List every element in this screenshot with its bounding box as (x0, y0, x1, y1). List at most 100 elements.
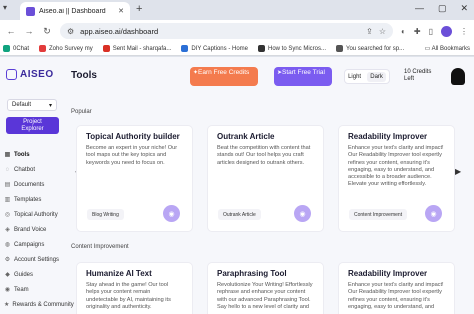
credits-count: 10 Credits Left (404, 69, 432, 82)
bookmark-label: Zoho Survey my (49, 45, 93, 52)
team-icon: ◉ (4, 287, 11, 293)
sidebar-item[interactable]: ★ Rewards & Community (4, 297, 74, 312)
sidebar-item[interactable]: ◍ Campaigns (4, 237, 66, 252)
address-bar[interactable]: ⚙ app.aiseo.ai/dashboard ⇪ ☆ (60, 23, 394, 39)
folder-icon: ▭ (424, 46, 431, 52)
reward-icon: ★ (4, 302, 10, 308)
authority-icon: ◎ (4, 212, 11, 218)
rocket-icon: ➤ (277, 70, 283, 76)
sidebar-item[interactable]: ◈ Brand Voice (4, 222, 66, 237)
sidebar-item[interactable]: ▥ Templates (4, 192, 66, 207)
zoho-favicon-icon (39, 45, 47, 52)
forward-icon[interactable]: → (24, 26, 34, 36)
page-title: Tools (71, 70, 97, 81)
minimize-icon[interactable]: — (415, 3, 424, 14)
share-icon[interactable]: ⇪ (366, 27, 373, 36)
all-bookmarks[interactable]: ▭ All Bookmarks (420, 45, 470, 52)
bookmark-label: Sent Mail - sharqafa... (112, 45, 172, 52)
browser-tab[interactable]: Aiseo.ai || Dashboard ✕ (20, 2, 130, 20)
page-favicon-icon (257, 45, 265, 52)
dark-theme-option[interactable]: Dark (367, 71, 386, 82)
reload-icon[interactable]: ↻ (42, 26, 52, 37)
tool-card[interactable]: Humanize AI Text Stay ahead in the game! … (76, 262, 193, 314)
tool-card[interactable]: Paraphrasing Tool Revolutionize Your Writ… (207, 262, 324, 314)
sidebar-item-label: Tools (14, 151, 30, 158)
trial-label: Start Free Trial (282, 69, 325, 76)
new-tab-icon[interactable]: + (136, 3, 142, 15)
bookmark-star-icon[interactable]: ☆ (379, 27, 386, 36)
logo-mark-icon (6, 69, 17, 80)
tool-card[interactable]: Readability Improver Enhance your text's … (338, 262, 455, 314)
workspace-select-value: Default (12, 102, 32, 108)
sidepanel-icon[interactable]: ▯ (429, 27, 433, 36)
tool-card-description: Revolutionize Your Writing! Effortlessly… (217, 282, 313, 310)
bookmark-label: DIY Captions - Home (191, 45, 248, 52)
avatar[interactable] (451, 68, 465, 85)
window-controls: — ▢ ✕ (415, 3, 468, 14)
sidebar-item-label: Guides (14, 271, 34, 278)
chat-favicon-icon (3, 45, 10, 52)
bookmark-item[interactable]: How to Sync Micros... (257, 45, 326, 52)
open-tool-icon[interactable]: ◉ (425, 205, 442, 222)
chat-icon: ◌ (5, 166, 10, 173)
start-free-trial-button[interactable]: ➤ Start Free Trial (274, 67, 332, 86)
bookmark-item[interactable]: DIY Captions - Home (181, 45, 248, 52)
sidebar-item[interactable]: ◉ Team (4, 282, 66, 297)
close-tab-icon[interactable]: ✕ (118, 7, 124, 15)
carousel-next-icon[interactable]: ▶ (455, 167, 461, 176)
tool-card[interactable]: Readability Improver Enhance your text's … (338, 125, 455, 232)
bookmark-label: 0Chat (13, 45, 30, 52)
tool-card-title: Readability Improver (348, 269, 428, 278)
site-info-icon[interactable]: ⚙ (67, 27, 74, 36)
tool-card[interactable]: Topical Authority builder Become an exper… (76, 125, 193, 232)
extension-icon[interactable]: ◐ (401, 27, 406, 36)
page-favicon-icon (336, 45, 343, 52)
open-tool-icon[interactable]: ◉ (294, 205, 311, 222)
earn-free-credits-button[interactable]: ✦ Earn Free Credits (190, 67, 258, 86)
tool-category-tag: Blog Writing (87, 209, 124, 220)
tool-card-description: Beat the competition with content that s… (217, 145, 311, 166)
bookmarks-bar: 0Chat Zoho Survey my Sent Mail - sharqaf… (0, 42, 474, 56)
voice-icon: ◈ (5, 227, 10, 233)
tool-category-tag: Outrank Article (218, 209, 261, 220)
workspace-select[interactable]: Default ▾ (7, 99, 57, 111)
theme-toggle: Light Dark (344, 69, 390, 84)
tab-title: Aiseo.ai || Dashboard (39, 7, 106, 15)
extensions-puzzle-icon[interactable]: ✚ (414, 27, 421, 36)
light-theme-option[interactable]: Light (348, 74, 361, 80)
sidebar-item[interactable]: ◎ Topical Authority (4, 207, 66, 222)
project-explorer-button[interactable]: Project Explorer (6, 117, 59, 134)
bookmark-item[interactable]: Sent Mail - sharqafa... (102, 45, 172, 52)
sidebar-item[interactable]: ▦ Tools (4, 147, 66, 162)
open-tool-icon[interactable]: ◉ (163, 205, 180, 222)
app-header: AISEO Tools ✦ Earn Free Credits ➤ Start … (0, 57, 474, 97)
chevron-down-icon: ▾ (48, 103, 52, 109)
sidebar-item-label: Documents (14, 181, 45, 188)
sidebar-item-label: Team (14, 286, 29, 293)
bookmark-item[interactable]: Zoho Survey my (39, 45, 93, 52)
sidebar-item[interactable]: ◌ Chatbot (4, 162, 66, 177)
tool-card-title: Topical Authority builder (86, 132, 180, 141)
sidebar-item-label: Brand Voice (14, 226, 47, 233)
maximize-icon[interactable]: ▢ (438, 3, 447, 14)
bookmark-item[interactable]: You searched for sp... (336, 45, 404, 52)
profile-icon[interactable] (441, 25, 452, 37)
sidebar-item-label: Account Settings (14, 256, 60, 263)
logo[interactable]: AISEO (6, 69, 54, 80)
tools-icon: ▦ (4, 152, 11, 158)
tab-search-icon[interactable]: ▾ (3, 3, 7, 12)
tool-card[interactable]: Outrank Article Beat the competition with… (207, 125, 324, 232)
back-icon[interactable]: ← (6, 26, 16, 36)
bookmark-item[interactable]: 0Chat (3, 45, 29, 52)
tool-card-description: Become an expert in your niche! Our tool… (86, 145, 178, 166)
sidebar-item[interactable]: ⚙ Account Settings (4, 252, 66, 267)
close-window-icon[interactable]: ✕ (460, 3, 468, 14)
menu-icon[interactable]: ⋮ (460, 27, 468, 36)
section-content-improvement-label: Content Improvement (71, 244, 129, 250)
campaign-icon: ◍ (4, 242, 11, 248)
sidebar-item[interactable]: ◆ Guides (4, 267, 66, 282)
gmail-favicon-icon (102, 45, 110, 52)
sidebar-item[interactable]: ▤ Documents (4, 177, 66, 192)
earn-label: Earn Free Credits (198, 69, 250, 76)
sidebar-item-label: Campaigns (14, 241, 45, 248)
